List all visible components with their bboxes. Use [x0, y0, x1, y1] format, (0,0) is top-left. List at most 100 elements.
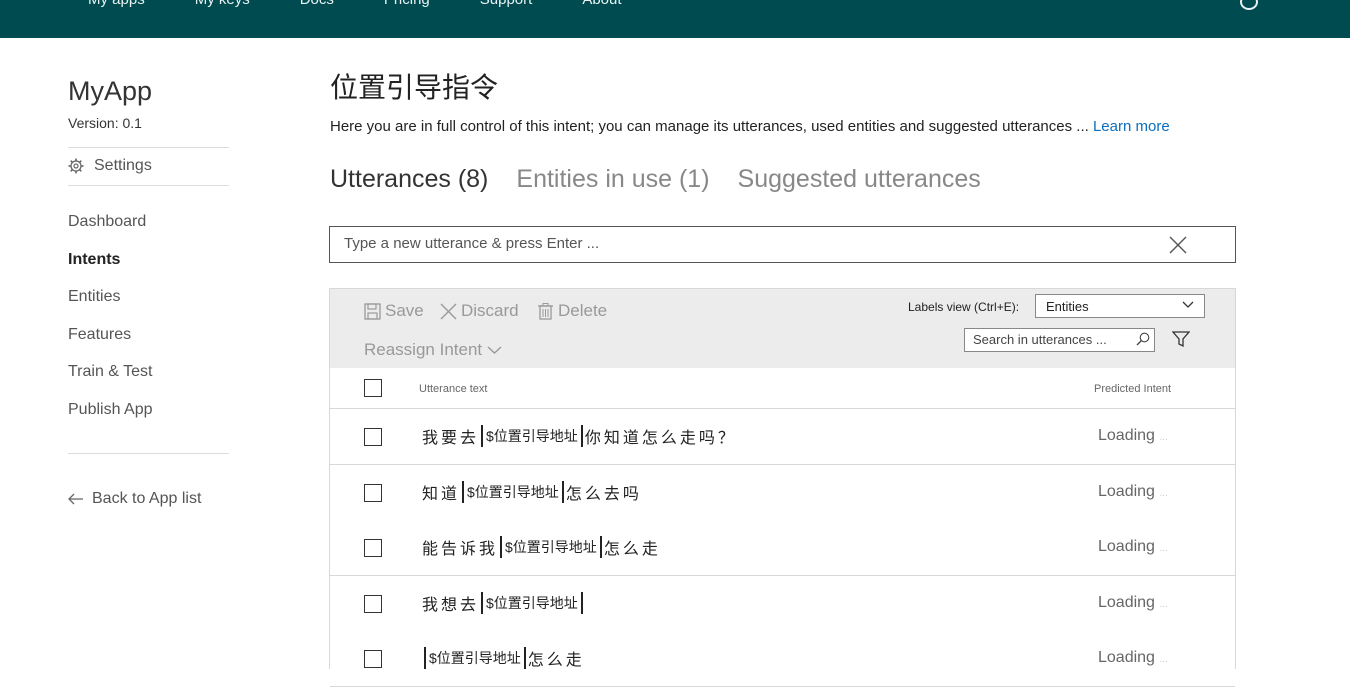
sidebar-item-publish-app[interactable]: Publish App — [68, 401, 153, 419]
utterance-prefix: 我想去 — [422, 597, 480, 614]
sidebar-item-train-test[interactable]: Train & Test — [68, 363, 152, 381]
nav-my-keys[interactable]: My keys — [195, 0, 250, 8]
settings-link[interactable]: Settings — [68, 157, 152, 175]
table-row[interactable]: 我要去 $位置引导地址 你知道怎么走吗？ Loading ... — [330, 409, 1235, 465]
sidebar-divider — [68, 185, 229, 186]
utterance-prefix: 我要去 — [422, 430, 480, 447]
save-button[interactable]: Save — [364, 301, 424, 321]
new-utterance-input[interactable] — [330, 227, 1158, 260]
loading-dots: ... — [1159, 432, 1168, 443]
nav-my-apps[interactable]: My apps — [88, 0, 145, 8]
new-utterance-box — [329, 226, 1236, 263]
predicted-intent: Loading ... — [1098, 427, 1168, 445]
loading-text: Loading — [1098, 649, 1155, 666]
table-row[interactable]: 能告诉我 $位置引导地址 怎么走 Loading ... — [330, 520, 1235, 576]
delete-button[interactable]: Delete — [537, 301, 607, 321]
tab-suggested-utterances[interactable]: Suggested utterances — [738, 165, 981, 194]
loading-text: Loading — [1098, 538, 1155, 555]
utterance-text: 知道 $位置引导地址 怎么去吗 — [422, 480, 642, 504]
utterance-prefix: 知道 — [422, 486, 461, 503]
table-row[interactable]: $位置引导地址 怎么走 Loading ... — [330, 631, 1235, 687]
page-title: 位置引导指令 — [330, 72, 499, 103]
sidebar-item-entities[interactable]: Entities — [68, 288, 120, 306]
nav-about[interactable]: About — [582, 0, 621, 8]
arrow-left-icon — [68, 493, 83, 505]
loading-dots: ... — [1159, 654, 1168, 665]
sidebar-item-intents[interactable]: Intents — [68, 251, 120, 269]
table-header: Utterance text Predicted Intent — [330, 368, 1235, 409]
close-icon — [440, 303, 457, 319]
loading-dots: ... — [1159, 599, 1168, 610]
chevron-down-icon — [1182, 301, 1194, 308]
sidebar-item-features[interactable]: Features — [68, 326, 131, 344]
nav-pricing[interactable]: Pricing — [384, 0, 430, 8]
nav-support[interactable]: Support — [480, 0, 533, 8]
gear-icon — [68, 158, 84, 174]
delete-label: Delete — [558, 301, 608, 320]
nav-docs[interactable]: Docs — [300, 0, 334, 8]
sidebar-item-dashboard[interactable]: Dashboard — [68, 213, 146, 231]
loading-text: Loading — [1098, 483, 1155, 500]
table-row[interactable]: 知道 $位置引导地址 怎么去吗 Loading ... — [330, 465, 1235, 521]
utterances-toolbar: Save Discard Delete Reassign Intent Labe… — [330, 289, 1235, 368]
app-version: Version: 0.1 — [68, 115, 142, 131]
close-icon[interactable] — [1169, 236, 1187, 254]
chevron-down-icon — [487, 345, 502, 354]
predicted-intent: Loading ... — [1098, 594, 1168, 612]
trash-icon — [538, 302, 553, 320]
entity-label[interactable]: $位置引导地址 — [424, 647, 526, 669]
utterance-suffix: 怎么走 — [603, 541, 661, 558]
table-row[interactable]: 我想去 $位置引导地址 Loading ... — [330, 576, 1235, 632]
entity-label[interactable]: $位置引导地址 — [481, 425, 583, 447]
predicted-intent: Loading ... — [1098, 483, 1168, 501]
filter-icon[interactable] — [1172, 330, 1190, 348]
search-utterances-input[interactable] — [965, 329, 1141, 349]
utterance-text: 我要去 $位置引导地址 你知道怎么走吗？ — [422, 424, 737, 448]
intent-description: Here you are in full control of this int… — [330, 118, 1170, 135]
predicted-intent: Loading ... — [1098, 538, 1168, 556]
loading-text: Loading — [1098, 427, 1155, 444]
utterance-suffix: 你知道怎么走吗？ — [584, 430, 737, 447]
select-all-checkbox[interactable] — [364, 379, 382, 397]
reassign-intent-label: Reassign Intent — [364, 340, 483, 359]
entity-label[interactable]: $位置引导地址 — [500, 536, 602, 558]
entity-label[interactable]: $位置引导地址 — [462, 481, 564, 503]
reassign-intent-dropdown[interactable]: Reassign Intent — [364, 340, 503, 360]
back-label: Back to App list — [92, 490, 202, 507]
utterance-prefix: 能告诉我 — [422, 541, 499, 558]
save-icon — [364, 302, 381, 320]
tab-utterances[interactable]: Utterances (8) — [330, 165, 488, 194]
row-checkbox[interactable] — [364, 428, 382, 446]
col-utterance-text: Utterance text — [419, 383, 488, 395]
intent-tabs: Utterances (8) Entities in use (1) Sugge… — [330, 165, 981, 194]
row-checkbox[interactable] — [364, 595, 382, 613]
col-predicted-intent: Predicted Intent — [1094, 383, 1172, 395]
row-checkbox[interactable] — [364, 539, 382, 557]
tab-entities-in-use[interactable]: Entities in use (1) — [516, 165, 709, 194]
utterance-suffix: 怎么走 — [527, 652, 585, 669]
row-checkbox[interactable] — [364, 650, 382, 668]
predicted-intent: Loading ... — [1098, 649, 1168, 667]
app-name: MyApp — [68, 76, 153, 106]
top-nav: My apps My keys Docs Pricing Support Abo… — [88, 0, 672, 8]
labels-view-select[interactable]: Entities — [1035, 294, 1205, 318]
loading-text: Loading — [1098, 594, 1155, 611]
entity-label[interactable]: $位置引导地址 — [481, 592, 583, 614]
settings-label: Settings — [94, 157, 152, 174]
row-checkbox[interactable] — [364, 484, 382, 502]
learn-more-link[interactable]: Learn more — [1093, 118, 1170, 135]
utterance-text: $位置引导地址 怎么走 — [422, 646, 585, 670]
utterance-text: 能告诉我 $位置引导地址 怎么走 — [422, 535, 661, 559]
discard-button[interactable]: Discard — [440, 301, 519, 321]
loading-dots: ... — [1159, 488, 1168, 499]
sidebar-divider — [68, 147, 229, 148]
utterance-suffix: 怎么去吗 — [565, 486, 642, 503]
search-icon[interactable] — [1136, 332, 1150, 346]
back-to-app-list-link[interactable]: Back to App list — [68, 490, 201, 508]
discard-label: Discard — [461, 301, 519, 320]
search-utterances-box — [964, 328, 1155, 352]
description-text: Here you are in full control of this int… — [330, 118, 1093, 135]
loading-dots: ... — [1159, 543, 1168, 554]
user-icon[interactable] — [1240, 0, 1258, 10]
labels-view-label: Labels view (Ctrl+E): — [908, 300, 1020, 314]
